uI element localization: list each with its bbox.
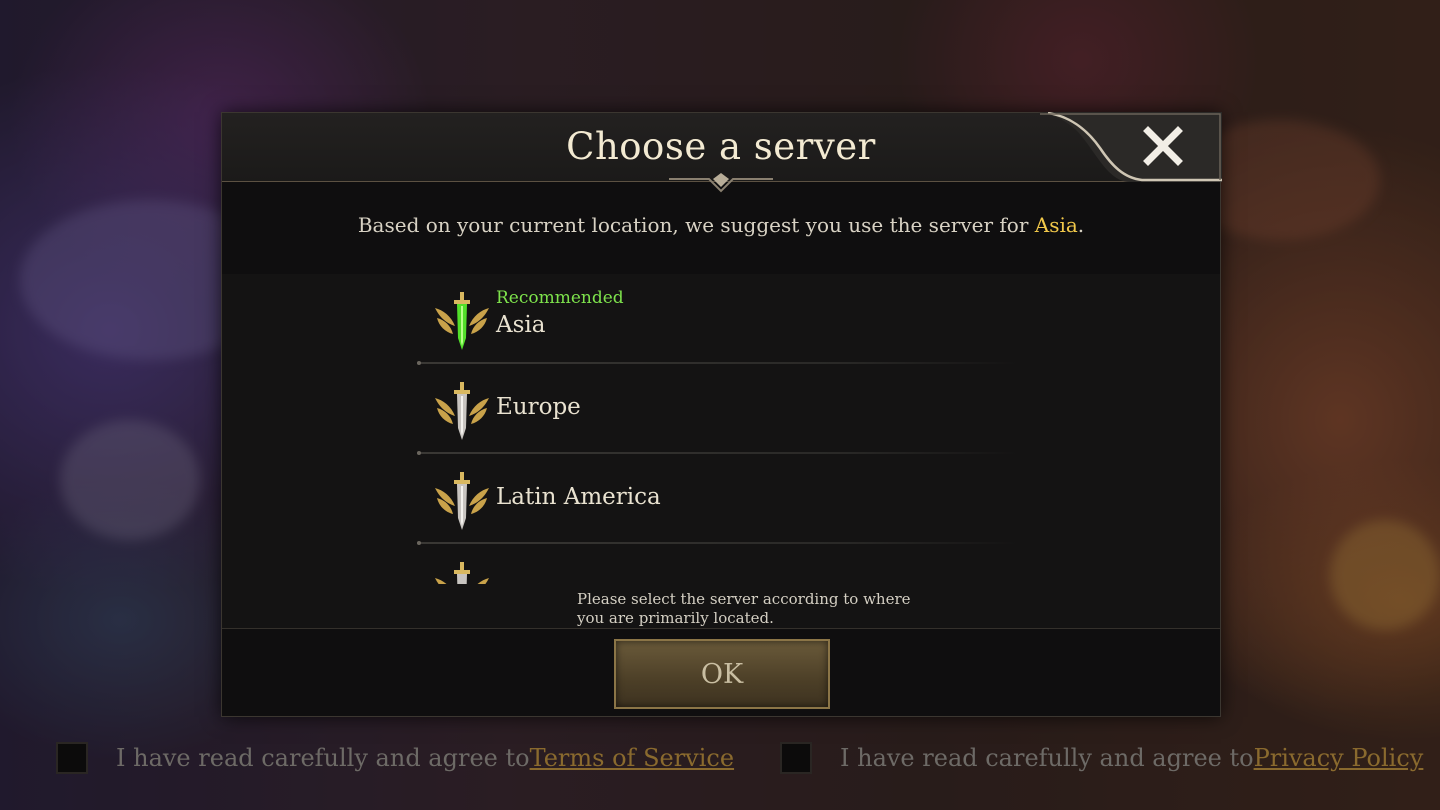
server-select-dialog: Choose a server Based on your current lo… [221, 112, 1222, 717]
suggestion-prefix: Based on your current location, we sugge… [357, 213, 1035, 237]
close-button[interactable] [1136, 123, 1190, 169]
privacy-consent-text: I have read carefully and agree to [840, 744, 1254, 772]
suggested-region: Asia [1034, 213, 1078, 237]
dialog-header: Choose a server [222, 112, 1222, 193]
terms-of-service-link[interactable]: Terms of Service [530, 744, 734, 772]
suggestion-suffix: . [1077, 213, 1085, 237]
consent-bar: I have read carefully and agree to Terms … [0, 728, 1440, 790]
sword-wings-badge-icon [435, 382, 489, 440]
sword-wings-badge-icon [435, 562, 489, 584]
close-icon [1143, 126, 1183, 166]
privacy-policy-link[interactable]: Privacy Policy [1254, 744, 1424, 772]
server-name-latin-america: Latin America [496, 484, 661, 510]
terms-checkbox[interactable] [56, 742, 88, 774]
server-item-asia[interactable]: Recommended Asia [417, 274, 1017, 365]
server-name-asia: Asia [496, 312, 546, 338]
sword-wings-badge-green-icon [435, 292, 489, 350]
privacy-checkbox[interactable] [780, 742, 812, 774]
location-suggestion: Based on your current location, we sugge… [222, 213, 1220, 237]
privacy-consent: I have read carefully and agree to Privac… [780, 742, 1423, 774]
footer-divider [222, 628, 1220, 629]
ok-button[interactable]: OK [614, 639, 830, 709]
server-list: Recommended Asia Europe Latin America [222, 274, 1220, 628]
close-tab-decoration [1038, 112, 1222, 182]
server-select-note: Please select the server according to wh… [577, 590, 911, 627]
sword-wings-badge-icon [435, 472, 489, 530]
terms-consent-text: I have read carefully and agree to [116, 744, 530, 772]
server-name-europe: Europe [496, 394, 581, 420]
recommended-tag: Recommended [496, 288, 624, 308]
server-item-latin-america[interactable]: Latin America [417, 454, 1017, 545]
header-ornament-icon [669, 173, 773, 193]
terms-consent: I have read carefully and agree to Terms … [56, 742, 734, 774]
server-item-europe[interactable]: Europe [417, 364, 1017, 455]
